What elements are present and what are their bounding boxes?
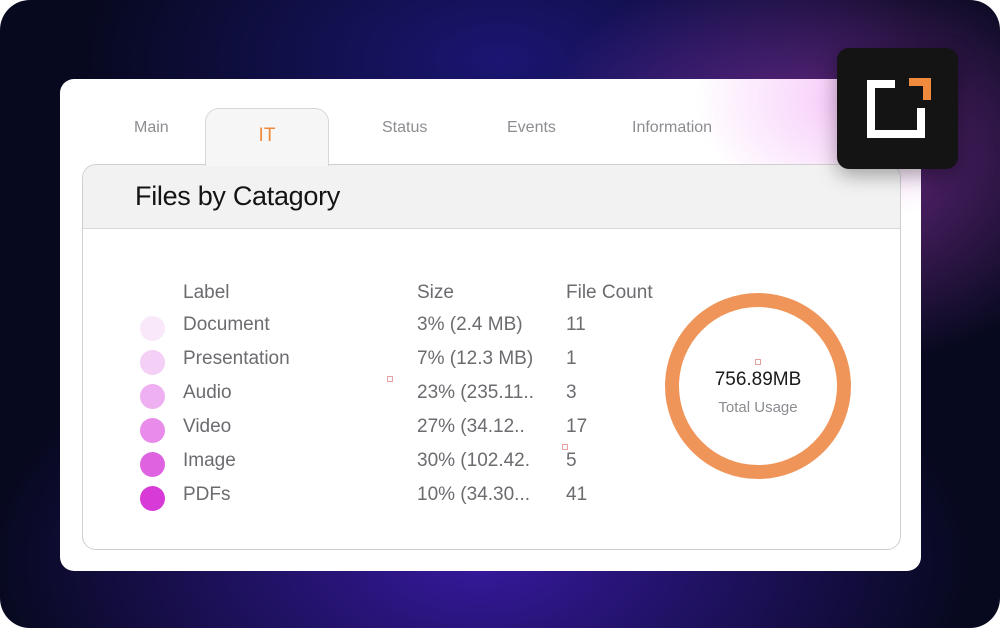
category-file-count: 1: [566, 348, 577, 369]
category-label: Audio: [183, 382, 232, 403]
column-header-file-count: File Count: [566, 282, 653, 303]
tab-bar: Main IT Status Events Information: [60, 79, 921, 169]
total-usage-donut: 756.89MB Total Usage: [663, 291, 853, 481]
marker: [562, 444, 568, 450]
list-item: PDFs 10% (34.30... 41: [83, 484, 683, 514]
tab-status[interactable]: Status: [382, 119, 427, 137]
legend-color-dot: [140, 384, 165, 409]
list-item: Document 3% (2.4 MB) 11: [83, 314, 683, 344]
legend-color-dot: [140, 316, 165, 341]
corner-brackets-logo-icon: [867, 78, 931, 138]
tab-information[interactable]: Information: [632, 119, 712, 137]
column-header-size: Size: [417, 282, 454, 303]
category-size: 23% (235.11..: [417, 382, 534, 403]
category-file-count: 17: [566, 416, 588, 437]
category-size: 30% (102.42.: [417, 450, 531, 471]
list-item: Video 27% (34.12.. 17: [83, 416, 683, 446]
total-usage-label: Total Usage: [718, 399, 798, 416]
category-label: Video: [183, 416, 232, 437]
category-file-count: 11: [566, 314, 586, 335]
category-file-count: 3: [566, 382, 577, 403]
list-item: Presentation 7% (12.3 MB) 1: [83, 348, 683, 378]
category-size: 27% (34.12..: [417, 416, 525, 437]
tab-main[interactable]: Main: [134, 119, 169, 137]
marker: [387, 376, 393, 382]
column-header-label: Label: [183, 282, 230, 303]
app-logo[interactable]: [837, 48, 958, 169]
total-usage-value: 756.89MB: [714, 369, 802, 390]
category-label: Image: [183, 450, 236, 471]
list-item: Audio 23% (235.11.. 3: [83, 382, 683, 412]
category-file-count: 5: [566, 450, 577, 471]
files-by-category-card: Files by Catagory Label Size File Count …: [82, 164, 901, 550]
dashboard-panel: Main IT Status Events Information Files …: [60, 79, 921, 571]
category-label: PDFs: [183, 484, 231, 505]
marker: [755, 359, 761, 365]
category-size: 10% (34.30...: [417, 484, 531, 505]
legend-color-dot: [140, 452, 165, 477]
category-file-count: 41: [566, 484, 588, 505]
legend-color-dot: [140, 350, 165, 375]
legend-color-dot: [140, 486, 165, 511]
category-label: Presentation: [183, 348, 290, 369]
category-size: 7% (12.3 MB): [417, 348, 534, 369]
card-title: Files by Catagory: [135, 181, 340, 211]
legend-color-dot: [140, 418, 165, 443]
tab-events[interactable]: Events: [507, 119, 556, 137]
category-size: 3% (2.4 MB): [417, 314, 523, 335]
tab-it[interactable]: IT: [205, 108, 329, 166]
category-label: Document: [183, 314, 270, 335]
list-item: Image 30% (102.42. 5: [83, 450, 683, 480]
